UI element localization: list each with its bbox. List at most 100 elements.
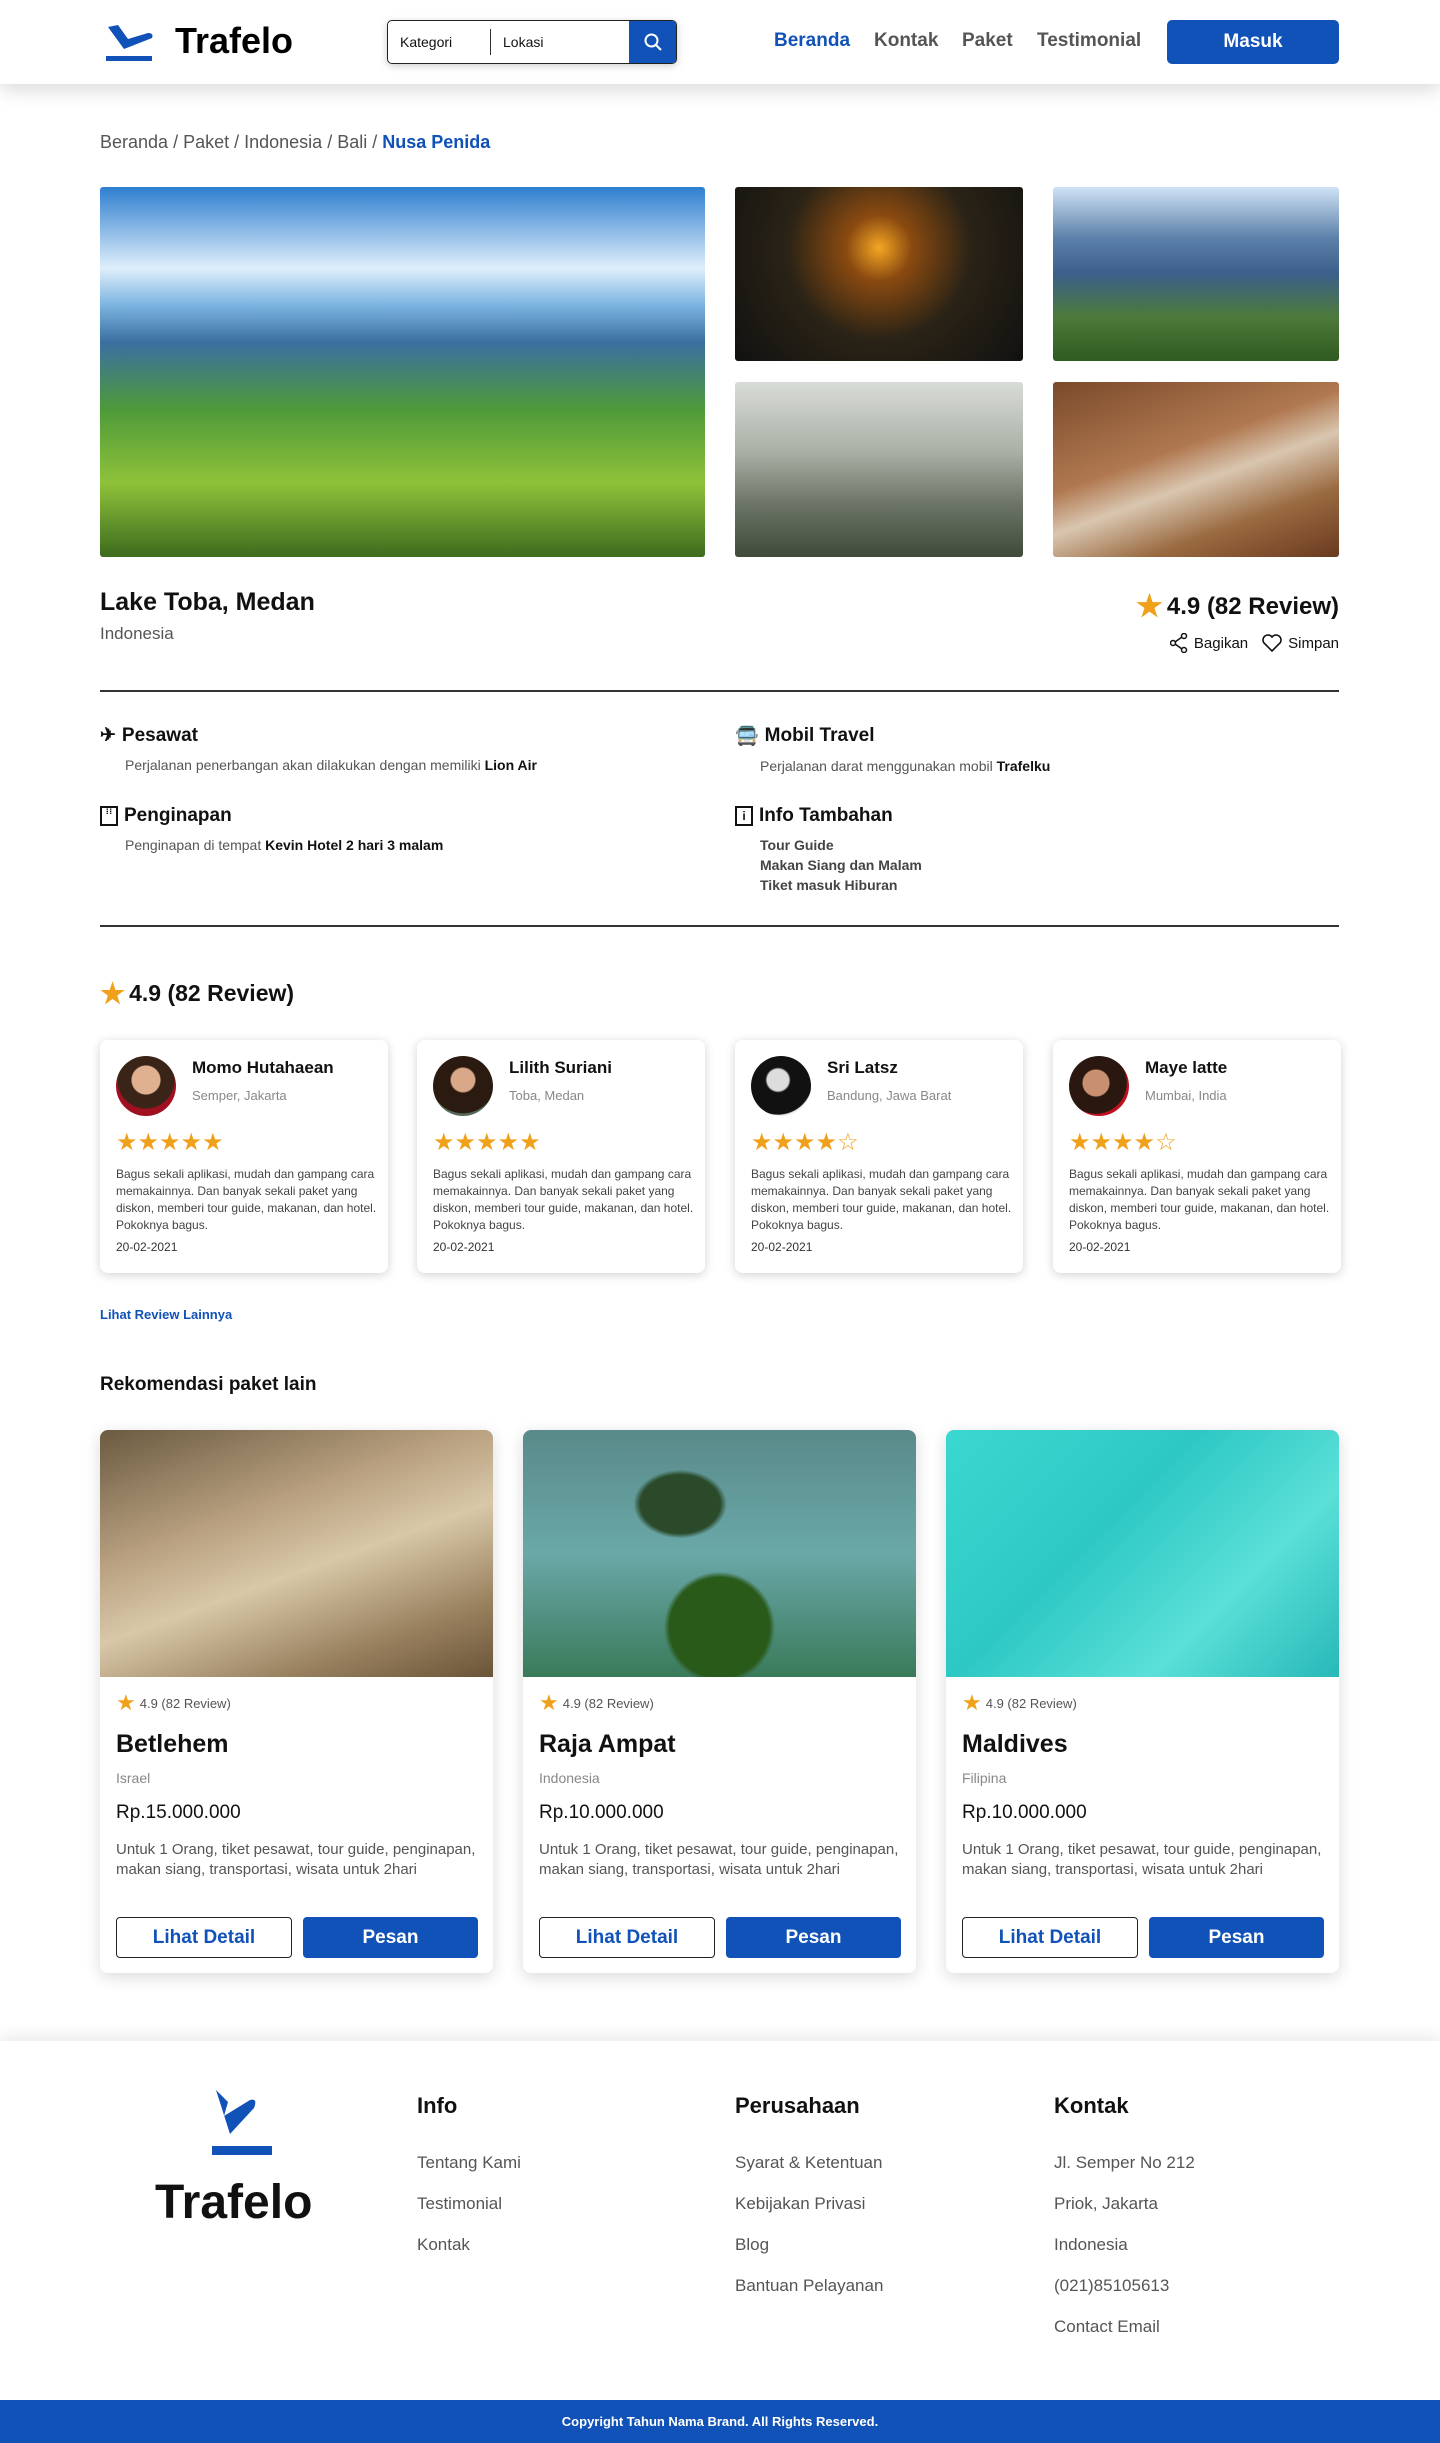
search-button[interactable] xyxy=(629,21,676,63)
location-input[interactable]: Lokasi xyxy=(491,21,543,63)
star-icon: ★ xyxy=(539,1690,559,1715)
feature-title: Info Tambahan xyxy=(759,805,893,826)
breadcrumb-paket[interactable]: Paket xyxy=(183,132,229,152)
footer-heading: Perusahaan xyxy=(735,2093,860,2118)
avatar xyxy=(433,1056,493,1116)
view-detail-button[interactable]: Lihat Detail xyxy=(116,1917,292,1958)
breadcrumb-sep: / xyxy=(322,132,338,152)
reviewer-location: Toba, Medan xyxy=(509,1088,585,1103)
footer-heading: Info xyxy=(417,2093,458,2118)
nav-beranda[interactable]: Beranda xyxy=(774,30,850,52)
breadcrumb-sep: / xyxy=(168,132,184,152)
copyright-bar: Copyright Tahun Nama Brand. All Rights R… xyxy=(0,2400,1440,2443)
star-rating: ★★★★☆ xyxy=(1069,1129,1177,1156)
star-rating: ★★★★★ xyxy=(433,1129,541,1156)
footer-link[interactable]: Tentang Kami xyxy=(417,2153,521,2194)
save-label: Simpan xyxy=(1288,634,1339,652)
save-button[interactable]: Simpan xyxy=(1262,634,1339,652)
package-description: Untuk 1 Orang, tiket pesawat, tour guide… xyxy=(116,1841,476,1878)
reviewer-name: Lilith Suriani xyxy=(509,1058,612,1077)
nav-testimonial[interactable]: Testimonial xyxy=(1037,30,1141,52)
package-image[interactable] xyxy=(100,1430,493,1677)
gallery-main-image[interactable] xyxy=(100,187,705,557)
package-name: Betlehem xyxy=(116,1730,229,1758)
review-card: Momo Hutahaean Semper, Jakarta ★★★★★ Bag… xyxy=(100,1040,388,1273)
breadcrumb-beranda[interactable]: Beranda xyxy=(100,132,168,152)
building-icon: ⁞⁞ xyxy=(100,806,118,826)
reviewer-location: Bandung, Jawa Barat xyxy=(827,1088,952,1103)
gallery-image-sunset[interactable] xyxy=(735,187,1023,361)
package-name: Raja Ampat xyxy=(539,1730,676,1758)
review-date: 20-02-2021 xyxy=(1069,1240,1131,1254)
package-name: Maldives xyxy=(962,1730,1068,1758)
share-label: Bagikan xyxy=(1193,634,1249,652)
package-rating: ★ 4.9 (82 Review) xyxy=(116,1690,231,1716)
destination-title: Lake Toba, Medan xyxy=(100,588,315,616)
footer-info: Info Tentang Kami Testimonial Kontak xyxy=(417,2093,521,2276)
breadcrumb-current: Nusa Penida xyxy=(382,132,491,152)
breadcrumb-bali[interactable]: Bali xyxy=(337,132,367,152)
feature-highlight: Kevin Hotel 2 hari 3 malam xyxy=(265,837,444,853)
footer-link[interactable]: Syarat & Ketentuan xyxy=(735,2153,883,2194)
bus-icon: 🚍 xyxy=(735,726,759,747)
breadcrumb: Beranda / Paket / Indonesia / Bali / Nus… xyxy=(100,132,490,153)
feature-text: Penginapan di tempat xyxy=(125,837,266,853)
view-detail-button[interactable]: Lihat Detail xyxy=(539,1917,715,1958)
nav-kontak[interactable]: Kontak xyxy=(874,30,938,52)
gallery-image-mist[interactable] xyxy=(735,382,1023,557)
contact-phone[interactable]: (021)85105613 xyxy=(1054,2276,1195,2317)
footer-link[interactable]: Blog xyxy=(735,2235,883,2276)
package-country: Israel xyxy=(116,1770,151,1786)
share-button[interactable]: Bagikan xyxy=(1169,633,1249,653)
login-button[interactable]: Masuk xyxy=(1167,20,1339,64)
breadcrumb-indonesia[interactable]: Indonesia xyxy=(244,132,322,152)
star-icon: ★ xyxy=(116,1690,136,1715)
footer-link[interactable]: Testimonial xyxy=(417,2194,521,2235)
more-reviews-link[interactable]: Lihat Review Lainnya xyxy=(100,1307,232,1322)
footer-company: Perusahaan Syarat & Ketentuan Kebijakan … xyxy=(735,2093,883,2317)
footer-link[interactable]: Kontak xyxy=(417,2235,521,2276)
extra-item: Tiket masuk Hiburan xyxy=(760,877,898,893)
star-icon: ★ xyxy=(1136,590,1163,623)
footer-link[interactable]: Bantuan Pelayanan xyxy=(735,2276,883,2317)
package-rating-text: 4.9 (82 Review) xyxy=(985,1695,1077,1711)
star-icon: ★ xyxy=(962,1690,982,1715)
feature-title: Pesawat xyxy=(121,724,198,746)
package-image[interactable] xyxy=(523,1430,916,1677)
feature-text: Perjalanan darat menggunakan mobil xyxy=(760,758,997,774)
destination-rating: ★ 4.9 (82 Review) xyxy=(1136,589,1339,624)
category-input[interactable]: Kategori xyxy=(388,29,491,55)
review-text: Bagus sekali aplikasi, mudah dan gampang… xyxy=(433,1167,694,1232)
package-rating-text: 4.9 (82 Review) xyxy=(562,1695,654,1711)
view-detail-button[interactable]: Lihat Detail xyxy=(962,1917,1138,1958)
feature-flight: ✈ Pesawat Perjalanan penerbangan akan dil… xyxy=(100,724,537,774)
extra-item: Makan Siang dan Malam xyxy=(760,857,922,873)
contact-email[interactable]: Contact Email xyxy=(1054,2317,1195,2358)
avatar xyxy=(751,1056,811,1116)
book-button[interactable]: Pesan xyxy=(303,1917,478,1958)
feature-title: Mobil Travel xyxy=(764,725,875,746)
book-button[interactable]: Pesan xyxy=(1149,1917,1324,1958)
package-rating-text: 4.9 (82 Review) xyxy=(139,1695,231,1711)
divider xyxy=(100,925,1339,927)
book-button[interactable]: Pesan xyxy=(726,1917,901,1958)
package-image[interactable] xyxy=(946,1430,1339,1677)
breadcrumb-sep: / xyxy=(367,132,383,152)
gallery-image-hut[interactable] xyxy=(1053,382,1339,557)
feature-highlight: Trafelku xyxy=(996,758,1051,774)
review-date: 20-02-2021 xyxy=(751,1240,813,1254)
plane-logo-icon[interactable] xyxy=(104,25,156,68)
brand-logo[interactable]: Trafelo xyxy=(175,20,293,62)
package-description: Untuk 1 Orang, tiket pesawat, tour guide… xyxy=(539,1841,899,1878)
footer-link[interactable]: Kebijakan Privasi xyxy=(735,2194,883,2235)
breadcrumb-sep: / xyxy=(229,132,245,152)
feature-text: Perjalanan penerbangan akan dilakukan de… xyxy=(125,757,485,773)
review-card: Sri Latsz Bandung, Jawa Barat ★★★★☆ Bagu… xyxy=(735,1040,1023,1273)
contact-address: Jl. Semper No 212 xyxy=(1054,2153,1195,2172)
feature-car: 🚍 Mobil Travel Perjalanan darat menggunak… xyxy=(735,724,1050,774)
feature-extra: i Info Tambahan Tour Guide Makan Siang da… xyxy=(735,805,922,895)
gallery-image-lake[interactable] xyxy=(1053,187,1339,361)
nav-paket[interactable]: Paket xyxy=(962,30,1013,52)
reviewer-name: Sri Latsz xyxy=(827,1058,898,1077)
avatar xyxy=(1069,1056,1129,1116)
